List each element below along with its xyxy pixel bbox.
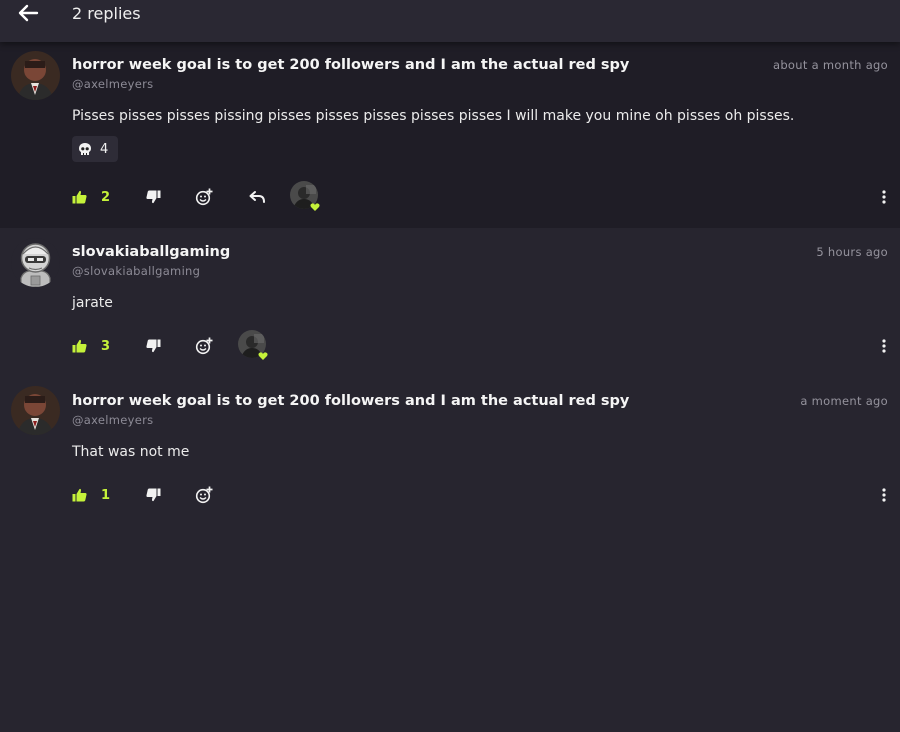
like-button[interactable]: 1: [72, 485, 110, 505]
add-reaction-button[interactable]: [195, 336, 213, 356]
comment-text: Pisses pisses pisses pissing pisses piss…: [72, 108, 795, 124]
comment-text: That was not me: [72, 444, 190, 460]
timestamp: about a month ago: [772, 58, 888, 72]
thumbs-up-icon: [72, 488, 87, 502]
thumbs-down-icon: [146, 190, 161, 204]
dislike-button[interactable]: [146, 336, 161, 356]
liked-by-avatar[interactable]: [238, 330, 268, 360]
thumbs-up-icon: [72, 190, 87, 204]
author-name[interactable]: slovakiaballgaming: [72, 244, 230, 260]
like-count: 2: [101, 189, 111, 205]
comment: horror week goal is to get 200 followers…: [0, 42, 900, 228]
reply-button[interactable]: [249, 187, 266, 207]
comment: horror week goal is to get 200 followers…: [0, 378, 900, 528]
more-options-icon[interactable]: [880, 487, 888, 503]
author-handle[interactable]: @axelmeyers: [72, 77, 153, 91]
avatar[interactable]: [11, 386, 60, 435]
author-handle[interactable]: @axelmeyers: [72, 413, 153, 427]
like-count: 3: [101, 338, 111, 354]
back-arrow-icon[interactable]: [17, 4, 39, 22]
timestamp: 5 hours ago: [816, 245, 888, 259]
dislike-button[interactable]: [146, 187, 161, 207]
like-count: 1: [101, 487, 111, 503]
dislike-button[interactable]: [146, 485, 161, 505]
comment: slovakiaballgaming @slovakiaballgaming 5…: [0, 228, 900, 378]
author-name[interactable]: horror week goal is to get 200 followers…: [72, 57, 629, 73]
reaction-count: 4: [100, 141, 109, 157]
author-handle[interactable]: @slovakiaballgaming: [72, 264, 200, 278]
timestamp: a moment ago: [800, 394, 888, 408]
comment-actions: 3: [72, 330, 888, 360]
header-bar: 2 replies: [0, 0, 900, 42]
skull-icon: [79, 143, 91, 155]
reply-arrow-icon: [249, 191, 265, 203]
thumbs-down-icon: [146, 488, 161, 502]
comment-actions: 2: [72, 181, 888, 211]
add-emoji-icon: [195, 486, 213, 504]
heart-icon: [258, 352, 268, 360]
author-name[interactable]: horror week goal is to get 200 followers…: [72, 393, 629, 409]
page-title: 2 replies: [72, 4, 141, 23]
thumbs-up-icon: [72, 339, 87, 353]
add-reaction-button[interactable]: [195, 187, 213, 207]
like-button[interactable]: 3: [72, 336, 110, 356]
comment-actions: 1: [72, 485, 888, 505]
avatar[interactable]: [11, 238, 60, 287]
more-options-icon[interactable]: [880, 189, 888, 205]
heart-icon: [310, 203, 320, 211]
like-button[interactable]: 2: [72, 187, 110, 207]
add-reaction-button[interactable]: [195, 485, 213, 505]
reaction-chip[interactable]: 4: [72, 136, 118, 162]
more-options-icon[interactable]: [880, 338, 888, 354]
thumbs-down-icon: [146, 339, 161, 353]
comment-text: jarate: [72, 295, 113, 311]
add-emoji-icon: [195, 188, 213, 206]
avatar[interactable]: [11, 51, 60, 100]
liked-by-avatar[interactable]: [290, 181, 320, 211]
add-emoji-icon: [195, 337, 213, 355]
